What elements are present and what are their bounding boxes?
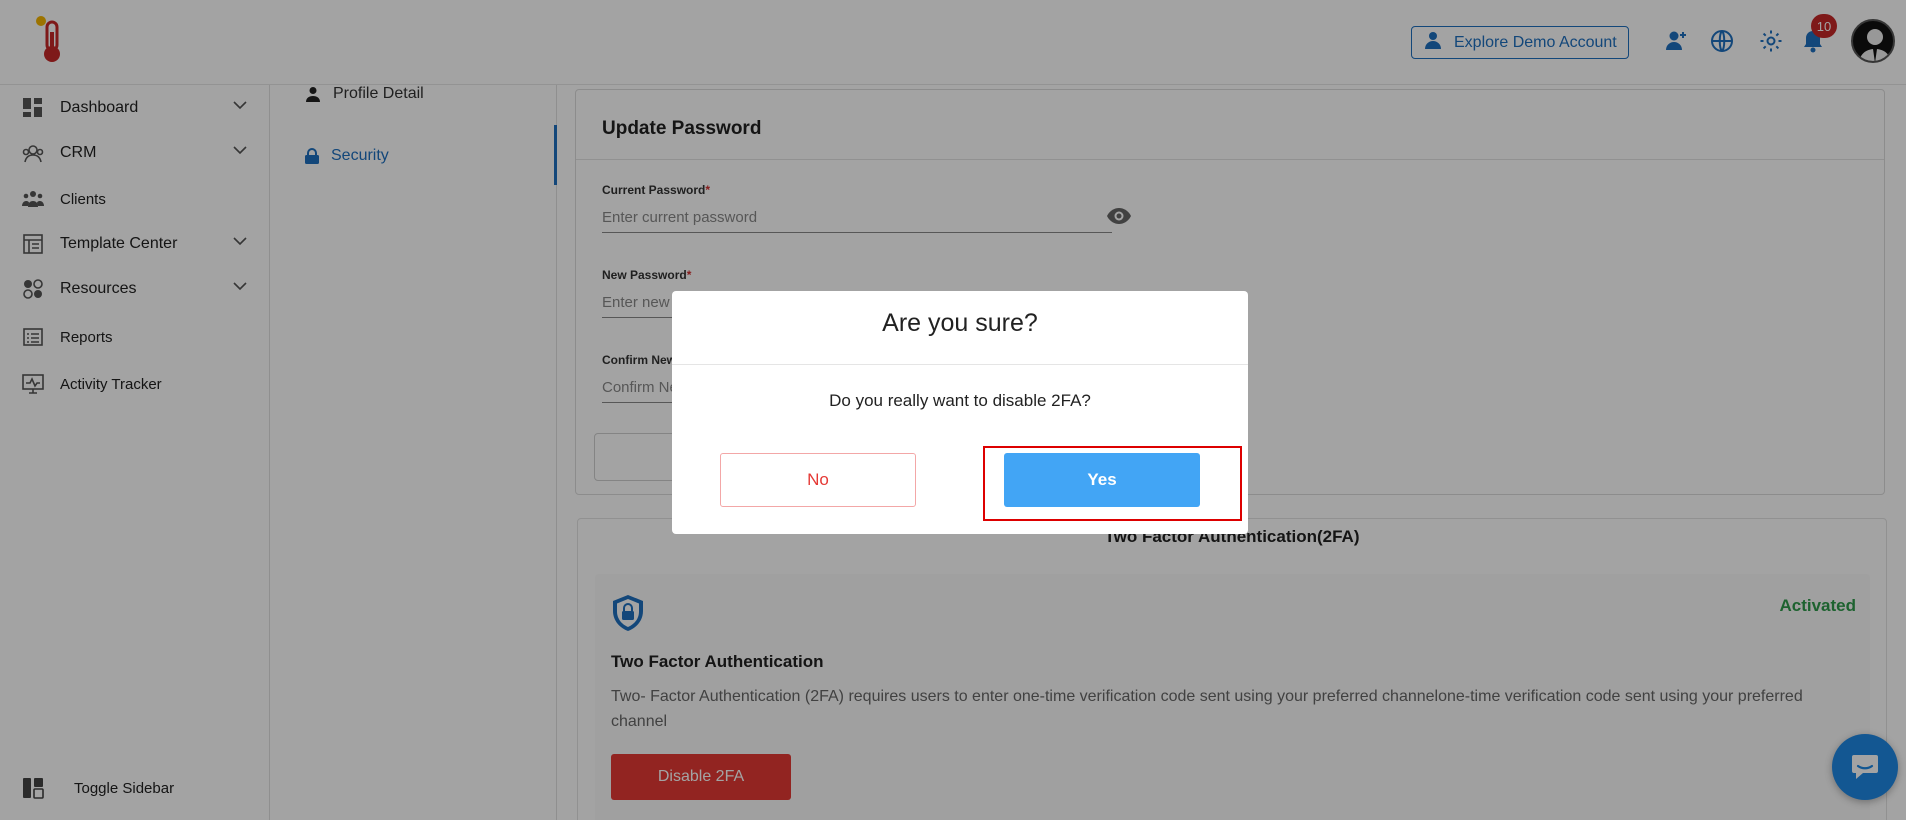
yes-button[interactable]: Yes xyxy=(1004,453,1200,507)
confirm-dialog: Are you sure? Do you really want to disa… xyxy=(672,291,1248,534)
dialog-message: Do you really want to disable 2FA? xyxy=(829,391,1091,410)
no-button[interactable]: No xyxy=(720,453,916,507)
dialog-title: Are you sure? xyxy=(882,309,1038,337)
dialog-divider xyxy=(672,364,1248,365)
